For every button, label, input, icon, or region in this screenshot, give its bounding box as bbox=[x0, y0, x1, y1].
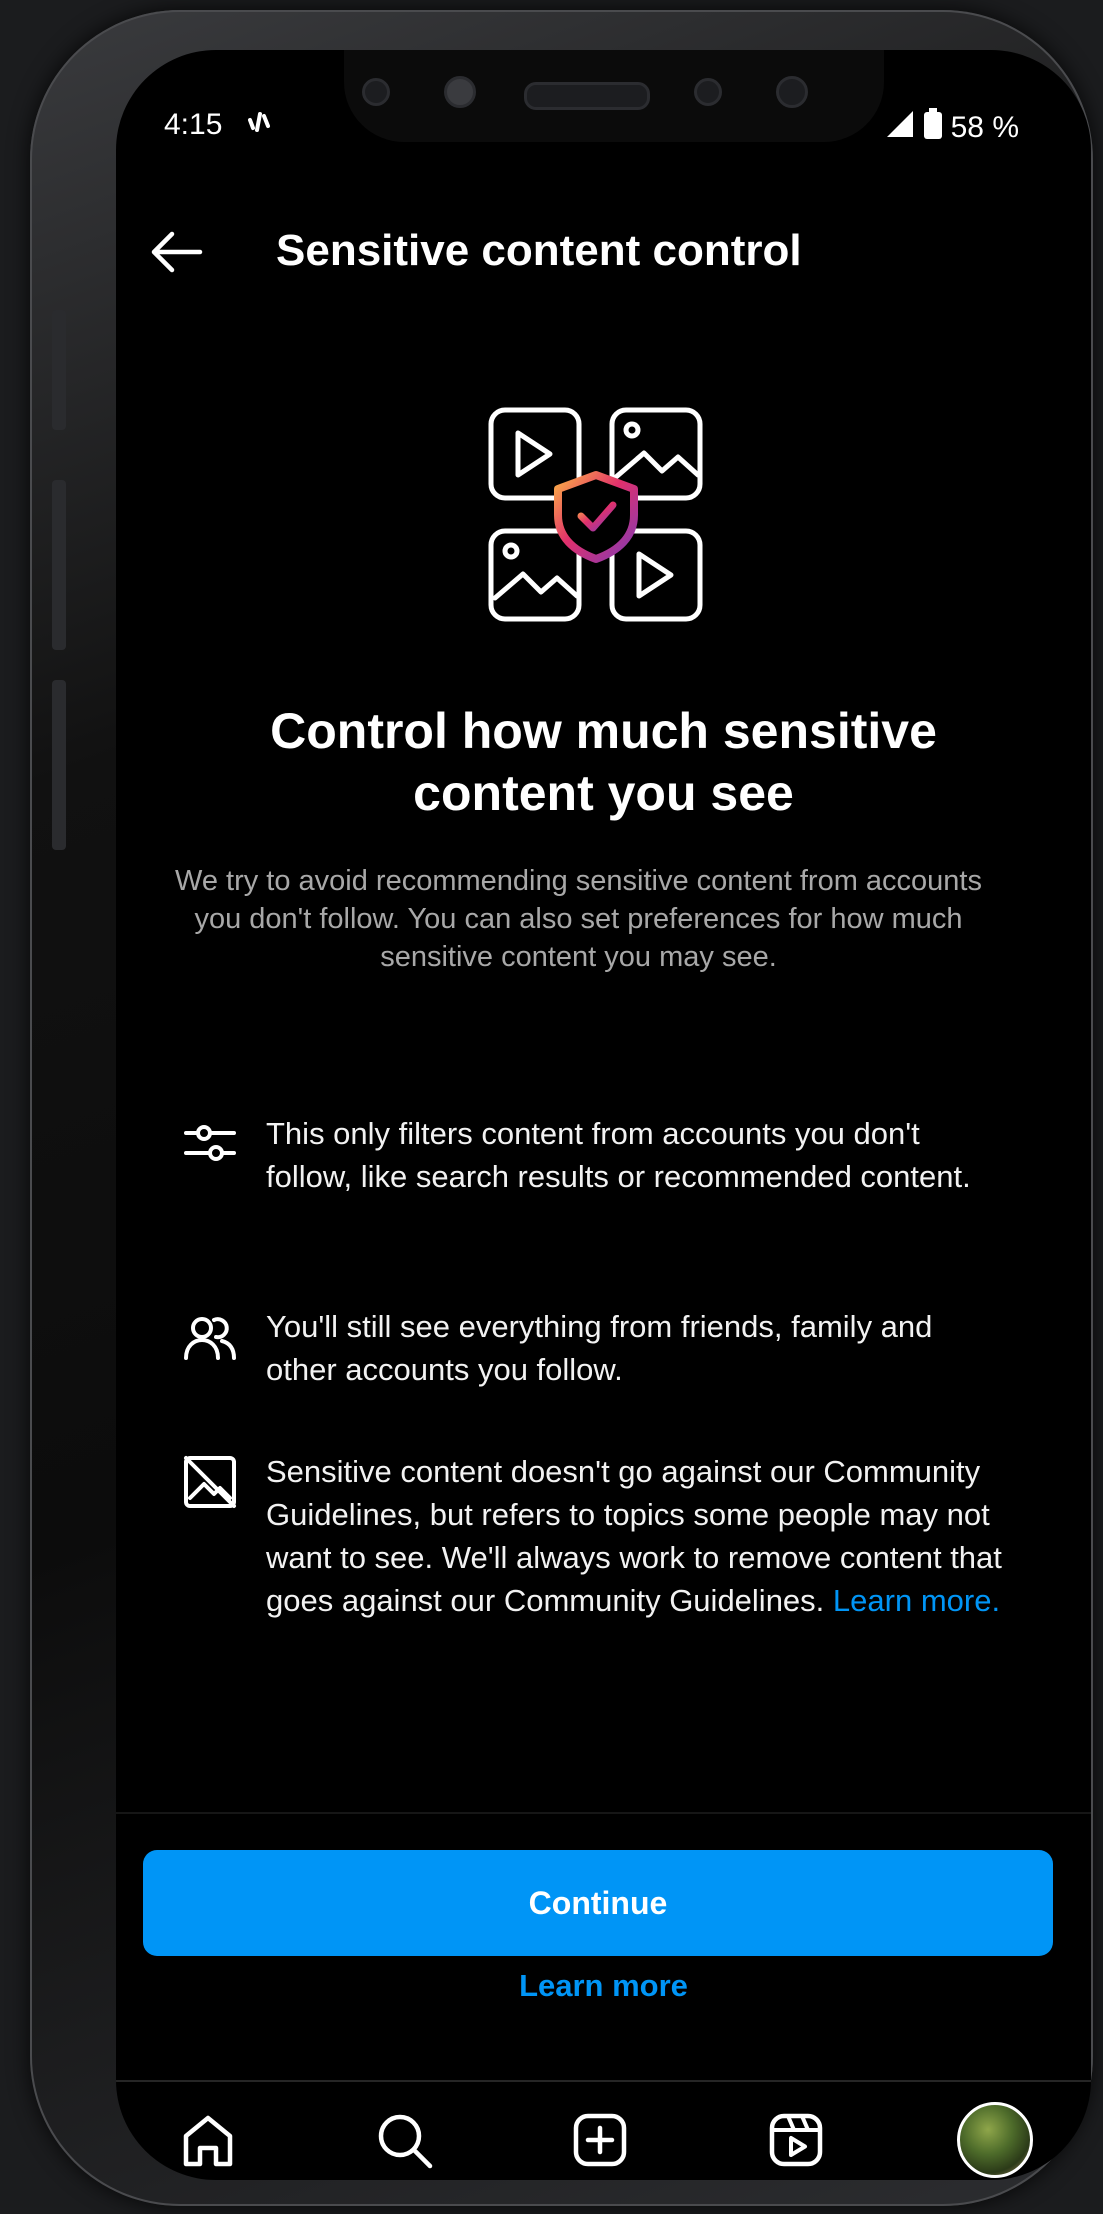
volume-up-button bbox=[52, 310, 66, 430]
signal-icon bbox=[885, 109, 915, 147]
camera-notch bbox=[344, 50, 884, 142]
bottom-nav bbox=[116, 2096, 1091, 2180]
hidden-image-icon bbox=[182, 1454, 238, 1510]
divider bbox=[116, 1812, 1091, 1814]
sensor-icon bbox=[362, 78, 390, 106]
page-title: Sensitive content control bbox=[276, 226, 802, 275]
intro-text: We try to avoid recommending sensitive c… bbox=[174, 865, 982, 973]
learn-more-button[interactable]: Learn more bbox=[116, 1968, 1091, 2004]
header: Sensitive content control bbox=[116, 210, 1091, 290]
battery-percent: 58 % bbox=[950, 111, 1019, 144]
sensor-icon bbox=[776, 76, 808, 108]
status-time: 4:15 bbox=[164, 108, 223, 141]
main-heading: Control how much sensitive content you s… bbox=[270, 703, 937, 821]
sliders-icon bbox=[182, 1115, 238, 1171]
power-button bbox=[52, 680, 66, 850]
nav-create[interactable] bbox=[568, 2108, 632, 2172]
phone-frame: 4:15 58 % Sensitive content control Cont… bbox=[30, 10, 1093, 2206]
guidelines-info: Sensitive content doesn't go against our… bbox=[266, 1450, 1011, 1622]
continue-button[interactable]: Continue bbox=[143, 1850, 1053, 1956]
status-indicators: 58 % bbox=[885, 108, 1019, 148]
reels-icon bbox=[769, 2113, 823, 2167]
back-button[interactable] bbox=[146, 222, 206, 282]
back-arrow-icon bbox=[151, 231, 203, 273]
nav-search[interactable] bbox=[372, 2108, 436, 2172]
create-icon bbox=[573, 2113, 627, 2167]
screen: 4:15 58 % Sensitive content control Cont… bbox=[116, 50, 1091, 2180]
sensor-icon bbox=[694, 78, 722, 106]
activity-icon bbox=[246, 110, 272, 143]
learn-more-link[interactable]: Learn more. bbox=[833, 1583, 1000, 1618]
shield-media-icon bbox=[488, 407, 703, 622]
profile-avatar[interactable] bbox=[957, 2102, 1033, 2178]
nav-divider bbox=[116, 2080, 1091, 2082]
people-icon bbox=[182, 1308, 238, 1364]
battery-icon bbox=[923, 108, 943, 148]
friends-info-text: You'll still see everything from friends… bbox=[266, 1309, 933, 1387]
speaker-icon bbox=[524, 82, 650, 110]
filter-info-text: This only filters content from accounts … bbox=[266, 1116, 971, 1194]
nav-reels[interactable] bbox=[764, 2108, 828, 2172]
camera-icon bbox=[444, 76, 476, 108]
nav-home[interactable] bbox=[176, 2108, 240, 2172]
volume-down-button bbox=[52, 480, 66, 650]
sensitive-content-illustration bbox=[486, 405, 726, 645]
home-icon bbox=[183, 2115, 233, 2167]
search-icon bbox=[378, 2114, 433, 2169]
